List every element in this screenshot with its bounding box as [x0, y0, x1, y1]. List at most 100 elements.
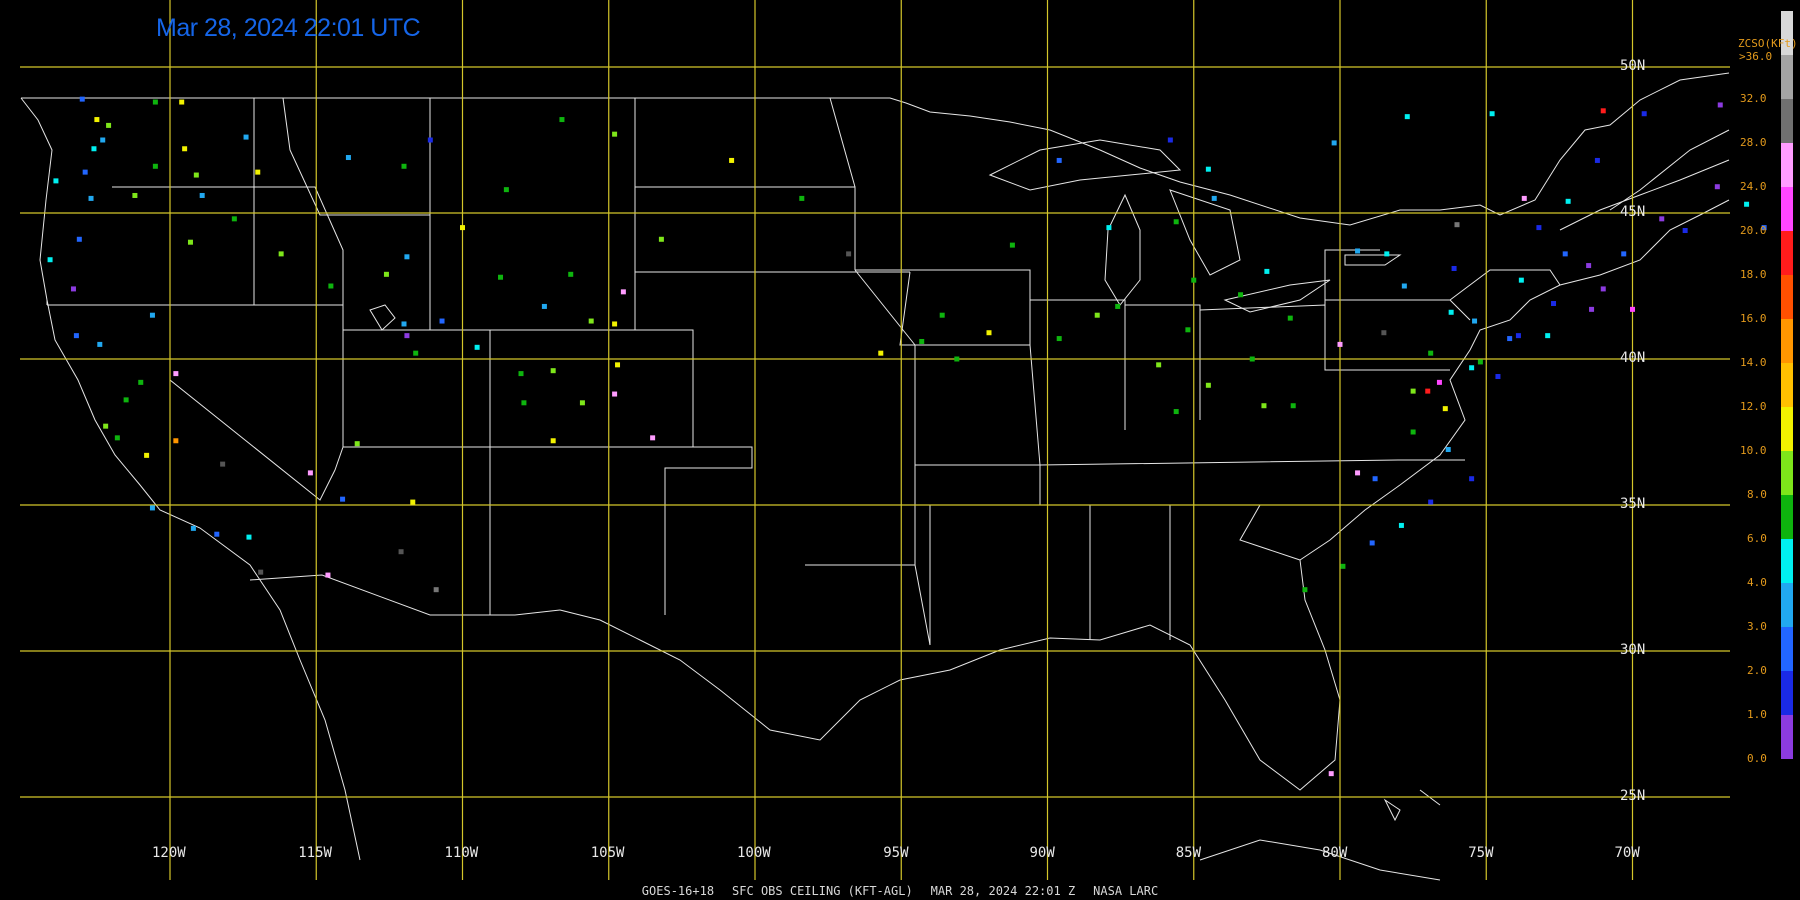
station-marker [144, 452, 150, 458]
station-marker [1173, 409, 1179, 415]
station-marker [179, 99, 185, 105]
station-marker [729, 157, 735, 163]
station-marker [410, 499, 416, 505]
station-marker [383, 271, 389, 277]
station-marker [325, 572, 331, 578]
station-marker [1428, 350, 1434, 356]
station-marker [1264, 268, 1270, 274]
station-marker [1410, 388, 1416, 394]
station-marker [1518, 277, 1524, 283]
station-marker [255, 169, 261, 175]
footer-product: SFC OBS CEILING (KFT-AGL) [732, 884, 913, 898]
station-marker [1331, 140, 1337, 146]
station-marker [1630, 306, 1635, 312]
station-marker [1621, 251, 1627, 257]
station-marker [404, 333, 410, 339]
station-marker [114, 435, 120, 441]
station-marker [220, 461, 226, 467]
station-marker [340, 496, 346, 502]
station-marker [1249, 356, 1255, 362]
station-marker [79, 96, 85, 102]
station-marker [1641, 111, 1647, 117]
legend-swatch [1781, 495, 1793, 539]
station-marker [1404, 114, 1410, 120]
pacific-coast [20, 97, 361, 861]
us-canada-border [21, 72, 1730, 226]
station-marker [307, 470, 313, 476]
station-marker [1398, 522, 1404, 528]
station-marker [1173, 219, 1179, 225]
legend-label: 8.0 [1747, 488, 1767, 501]
station-marker [620, 289, 626, 295]
lat-label: 50N [1620, 58, 1646, 74]
station-marker [1448, 309, 1454, 315]
station-marker [1445, 447, 1451, 453]
station-marker [1442, 406, 1448, 412]
station-marker [1659, 216, 1665, 222]
station-marker [550, 438, 556, 444]
station-marker [173, 438, 179, 444]
legend-title: ZCSO(KFt) [1738, 37, 1798, 50]
station-marker [193, 172, 199, 178]
station-marker [1185, 327, 1191, 333]
station-marker [1238, 292, 1244, 298]
station-marker [1156, 362, 1162, 368]
station-marker [541, 303, 547, 309]
station-marker [88, 195, 94, 201]
legend-top-label: >36.0 [1739, 50, 1773, 63]
station-marker [1167, 137, 1173, 143]
legend-swatch [1781, 407, 1793, 451]
station-marker [1056, 157, 1062, 163]
station-marker [1009, 242, 1015, 248]
station-marker [954, 356, 960, 362]
lon-label: 100W [737, 845, 771, 861]
lon-label: 95W [883, 845, 909, 861]
station-marker [1565, 198, 1571, 204]
cuba [1199, 839, 1441, 881]
station-marker [1589, 306, 1595, 312]
station-marker [1562, 251, 1568, 257]
legend-swatch [1781, 539, 1793, 583]
legend-label: 3.0 [1747, 620, 1767, 633]
station-marker [1369, 540, 1375, 546]
station-marker [799, 195, 805, 201]
station-marker [919, 338, 925, 344]
station-marker [518, 371, 524, 377]
station-marker [73, 333, 79, 339]
station-marker [94, 117, 100, 123]
station-marker [1477, 359, 1483, 365]
legend-swatch [1781, 671, 1793, 715]
legend-label: 0.0 [1747, 752, 1767, 765]
lat-label: 30N [1620, 642, 1646, 658]
lake-michigan [1104, 193, 1141, 306]
station-marker [199, 192, 205, 198]
station-marker [91, 146, 97, 152]
station-marker [149, 505, 155, 511]
footer-source: NASA LARC [1093, 884, 1159, 898]
legend-swatch [1781, 627, 1793, 671]
station-marker [498, 274, 504, 280]
footer-satellite: GOES-16+18 [641, 884, 715, 898]
station-marker [76, 236, 82, 242]
station-marker [354, 441, 360, 447]
legend-swatch [1781, 451, 1793, 495]
station-marker [404, 254, 410, 260]
station-marker [1536, 225, 1542, 231]
timestamp: Mar 28, 2024 22:01 UTC [156, 14, 421, 42]
station-marker [1714, 184, 1720, 190]
legend-label: 28.0 [1740, 136, 1767, 149]
station-marker [615, 362, 621, 368]
color-legend [1781, 11, 1793, 759]
legend-swatch [1781, 143, 1793, 187]
station-marker [1302, 587, 1308, 593]
station-marker [190, 525, 196, 531]
station-marker [1521, 195, 1527, 201]
station-marker [579, 400, 585, 406]
station-marker [1436, 379, 1442, 385]
station-marker [413, 350, 419, 356]
footer-datetime: MAR 28, 2024 22:01 Z [930, 884, 1076, 898]
station-marker [258, 569, 264, 575]
station-marker [1545, 333, 1551, 339]
legend-label: 14.0 [1740, 356, 1767, 369]
station-marker [588, 318, 594, 324]
